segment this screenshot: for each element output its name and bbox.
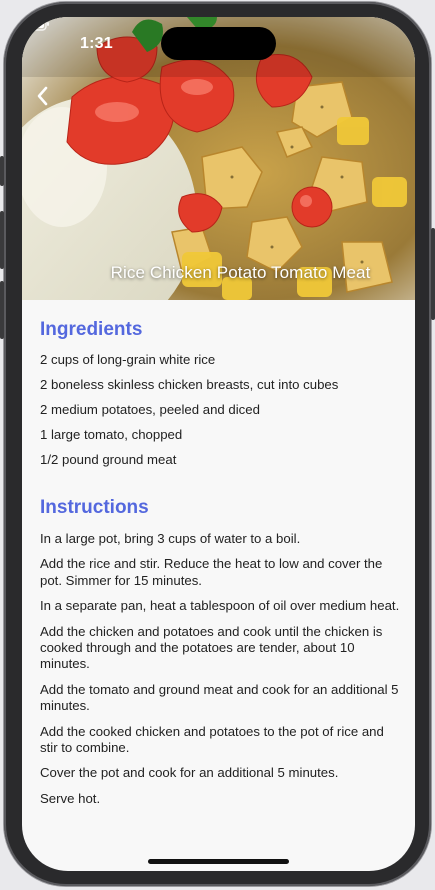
instruction-step: In a large pot, bring 3 cups of water to… [40, 531, 301, 546]
ingredient-item: 1/2 pound ground meat [40, 452, 177, 467]
instruction-step: Add the cooked chicken and potatoes to t… [40, 723, 384, 756]
ingredient-item: 2 cups of long-grain white rice [40, 352, 216, 367]
volume-up-button [0, 211, 4, 269]
instruction-step: Serve hot. [40, 790, 101, 806]
power-button [431, 228, 435, 320]
ingredient-item: 1 large tomato, chopped [40, 427, 183, 442]
ingredients-list: 2 cups of long-grain white rice 2 bonele… [40, 352, 338, 477]
chevron-left-icon [37, 86, 48, 106]
recipe-title: Rice Chicken Potato Tomato Meat [110, 263, 371, 282]
ingredients-heading: Ingredients [40, 319, 143, 340]
dynamic-island [161, 27, 276, 60]
instructions-list: In a large pot, bring 3 cups of water to… [40, 531, 400, 816]
ingredient-item: 2 medium potatoes, peeled and diced [40, 402, 260, 417]
volume-down-button [0, 281, 4, 339]
battery-icon [22, 17, 49, 31]
instructions-heading: Instructions [40, 497, 149, 518]
instruction-step: Add the tomato and ground meat and cook … [40, 681, 399, 714]
instruction-step: In a separate pan, heat a tablespoon of … [40, 598, 400, 614]
ingredient-item: 2 boneless skinless chicken breasts, cut… [40, 377, 339, 392]
mute-switch [0, 156, 4, 186]
status-bar: 1:31 [22, 17, 415, 69]
home-indicator[interactable] [148, 859, 289, 864]
instruction-step: Cover the pot and cook for an additional… [40, 765, 339, 781]
instruction-step: Add the chicken and potatoes and cook un… [40, 623, 383, 672]
back-button[interactable] [30, 81, 58, 111]
instruction-step: Add the rice and stir. Reduce the heat t… [40, 556, 383, 588]
app-screen: 1:31 Rice Chicken Potato Tomato Meat Ing… [22, 17, 415, 871]
status-time: 1:31 [80, 35, 113, 52]
recipe-hero-image: 1:31 Rice Chicken Potato Tomato Meat [22, 17, 415, 300]
